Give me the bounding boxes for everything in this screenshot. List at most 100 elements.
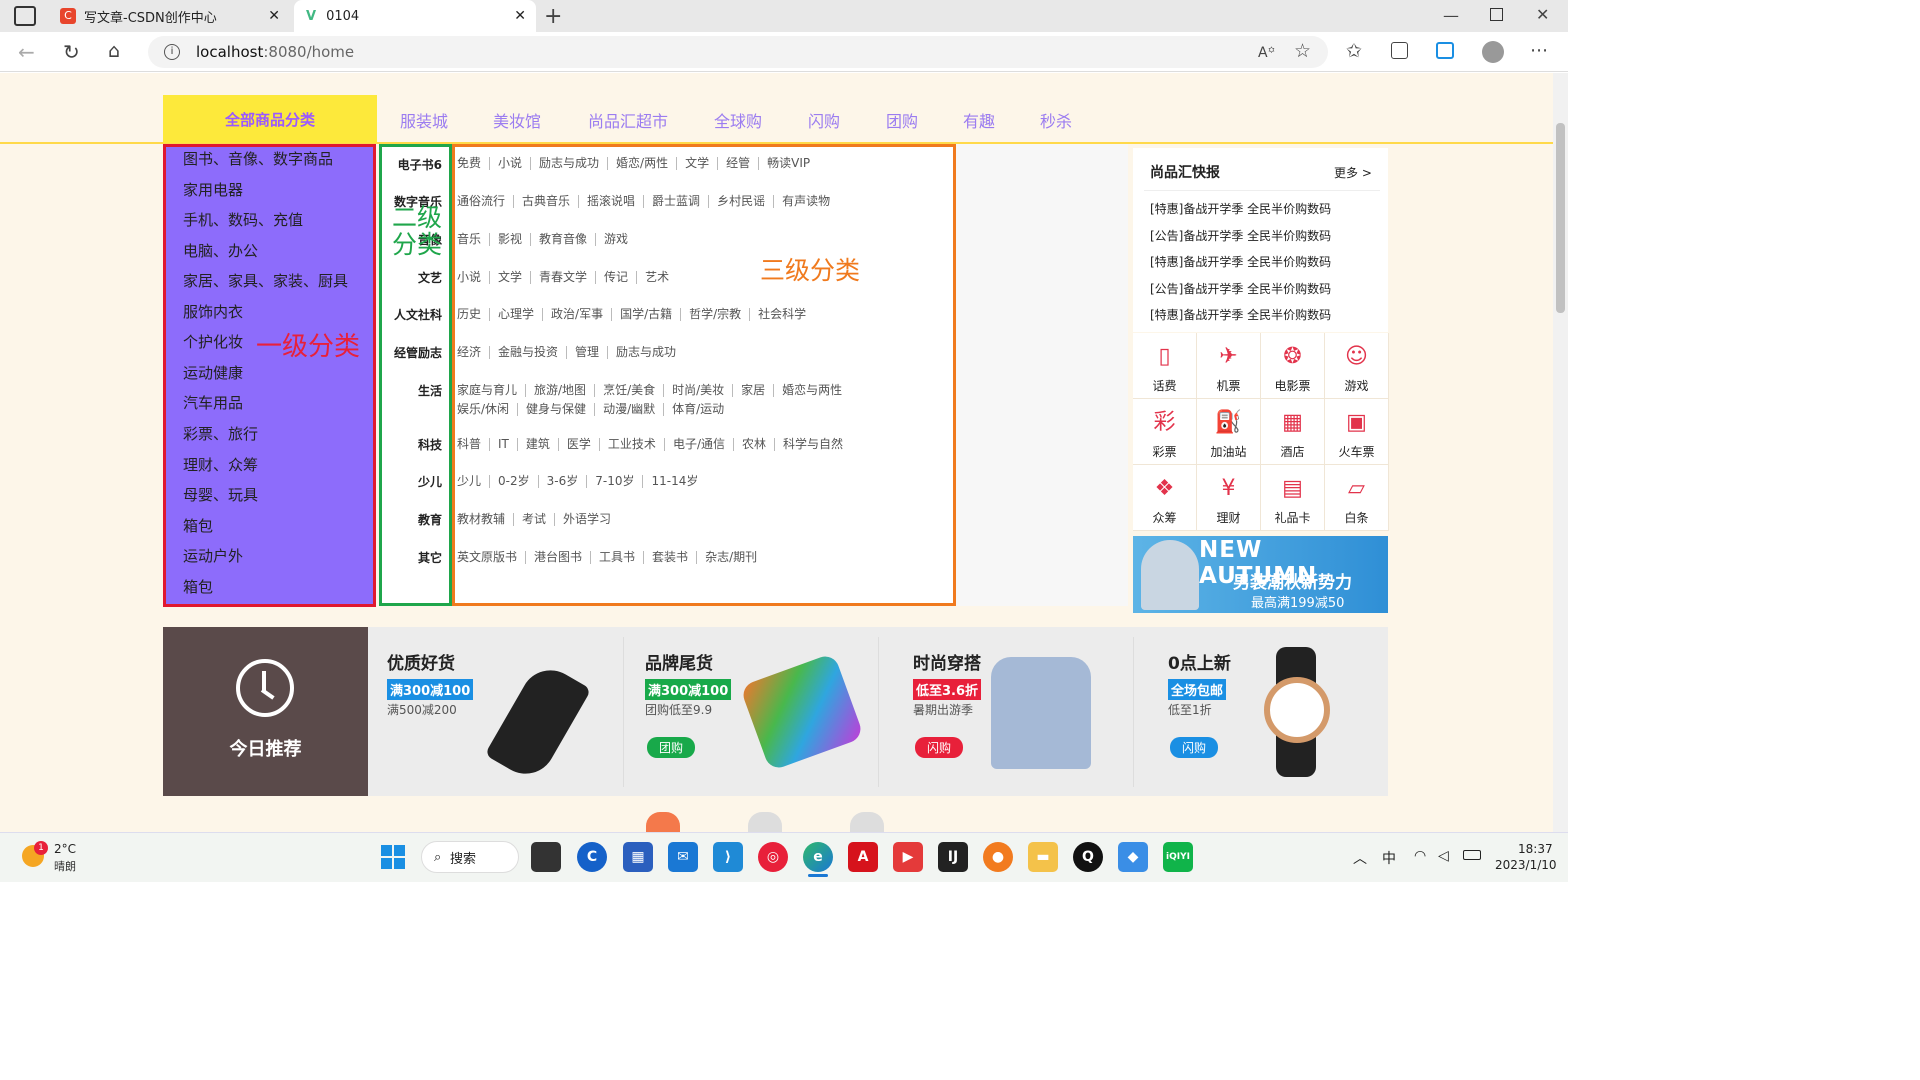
level3-link[interactable]: 心理学 (489, 308, 542, 321)
level2-title[interactable]: 少儿 (380, 473, 442, 490)
level2-title[interactable]: 人文社科 (380, 306, 442, 323)
level3-link[interactable]: 工具书 (590, 551, 643, 564)
level3-link[interactable]: 文学 (676, 157, 717, 170)
level1-item[interactable]: 箱包 (183, 576, 213, 597)
level2-title[interactable]: 科技 (380, 436, 442, 453)
service-crowdfund[interactable]: ❖ 众筹 (1133, 465, 1197, 531)
level3-link[interactable]: 农林 (732, 438, 774, 451)
iqiyi-icon[interactable]: iQIYI (1163, 842, 1193, 872)
edge-bar-icon[interactable] (1436, 42, 1454, 59)
service-flight[interactable]: ✈ 机票 (1197, 333, 1261, 399)
level3-link[interactable]: 英文原版书 (457, 551, 525, 564)
level3-link[interactable]: 健身与保健 (517, 403, 594, 416)
level3-link[interactable]: 建筑 (516, 438, 558, 451)
taskbar-search[interactable]: ⌕ 搜索 (421, 841, 519, 873)
back-icon[interactable]: ← (18, 40, 35, 64)
add-favorite-icon[interactable]: ☆ (1294, 40, 1311, 62)
level3-link[interactable]: 家庭与育儿 (457, 384, 525, 397)
level1-item[interactable]: 母婴、玩具 (183, 484, 258, 505)
level3-link[interactable]: 家居 (732, 384, 773, 397)
level3-link[interactable]: 历史 (457, 308, 489, 321)
level3-link[interactable]: 时尚/美妆 (663, 384, 732, 397)
tab-0104[interactable]: V 0104 ✕ (294, 0, 536, 32)
edge-icon[interactable]: e (803, 842, 833, 872)
level3-link[interactable]: 青春文学 (530, 271, 595, 284)
level2-title[interactable]: 其它 (380, 549, 442, 566)
autumn-banner[interactable]: NEW AUTUMN 男装潮秋新势力 最高满199减50 (1133, 536, 1388, 613)
level3-link[interactable]: 哲学/宗教 (680, 308, 749, 321)
recommend-card[interactable]: 优质好货 满300减100 满500减200 (368, 627, 623, 796)
level1-item[interactable]: 家居、家具、家装、厨具 (183, 270, 348, 291)
level3-link[interactable]: 小说 (489, 157, 530, 170)
level3-link[interactable]: 少儿 (457, 475, 489, 488)
level1-item[interactable]: 图书、音像、数字商品 (183, 148, 333, 169)
news-item[interactable]: [特惠]备战开学季 全民半价购数码 (1150, 200, 1331, 217)
level1-item[interactable]: 运动健康 (183, 362, 243, 383)
profile-avatar[interactable] (1482, 41, 1504, 63)
level3-link[interactable]: 管理 (566, 346, 607, 359)
news-more-link[interactable]: 更多 > (1334, 164, 1372, 181)
level1-item[interactable]: 个护化妆 (183, 331, 243, 352)
level2-title[interactable]: 教育 (380, 511, 442, 528)
close-window-icon[interactable]: ✕ (1536, 5, 1549, 24)
task-view-icon[interactable] (531, 842, 561, 872)
nav-item[interactable]: 秒杀 (1040, 108, 1072, 132)
level3-link[interactable]: 医学 (557, 438, 599, 451)
level3-link[interactable]: 烹饪/美食 (594, 384, 663, 397)
level1-item[interactable]: 服饰内衣 (183, 301, 243, 322)
news-item[interactable]: [特惠]备战开学季 全民半价购数码 (1150, 253, 1331, 270)
level3-link[interactable]: 爵士蓝调 (643, 195, 708, 208)
app-icon[interactable]: ▶ (893, 842, 923, 872)
level3-link[interactable]: 影视 (489, 233, 530, 246)
level3-link[interactable]: 7-10岁 (586, 475, 642, 488)
clock-date[interactable]: 2023/1/10 (1495, 858, 1557, 872)
level1-item[interactable]: 手机、数码、充值 (183, 209, 303, 230)
level3-link[interactable]: 政治/军事 (542, 308, 611, 321)
jetbrains-icon[interactable]: IJ (938, 842, 968, 872)
tray-chevron-icon[interactable]: ︿ (1353, 848, 1367, 868)
level3-link[interactable]: 港台图书 (525, 551, 590, 564)
service-credit[interactable]: ▱ 白条 (1325, 465, 1389, 531)
nav-item[interactable]: 美妆馆 (493, 108, 541, 132)
level3-link[interactable]: 婚恋与两性 (773, 384, 850, 397)
level3-link[interactable]: 免费 (457, 157, 489, 170)
level3-link[interactable]: 婚恋/两性 (607, 157, 676, 170)
service-finance[interactable]: ¥ 理财 (1197, 465, 1261, 531)
level3-link[interactable]: 社会科学 (749, 308, 814, 321)
level1-item[interactable]: 汽车用品 (183, 392, 243, 413)
nav-item[interactable]: 服装城 (400, 108, 448, 132)
netease-music-icon[interactable]: ◎ (758, 842, 788, 872)
level3-link[interactable]: 国学/古籍 (611, 308, 680, 321)
site-info-icon[interactable]: i (164, 44, 180, 60)
level3-link[interactable]: 工业技术 (598, 438, 664, 451)
flash-sale-button[interactable]: 闪购 (1170, 737, 1219, 758)
scrollbar[interactable] (1553, 73, 1568, 832)
nav-item[interactable]: 全球购 (714, 108, 762, 132)
level3-link[interactable]: 乡村民谣 (708, 195, 773, 208)
level2-title[interactable]: 经管励志 (380, 344, 442, 361)
service-phone-bill[interactable]: ▯ 话费 (1133, 333, 1197, 399)
service-gas[interactable]: ⛽ 加油站 (1197, 399, 1261, 465)
firefox-icon[interactable]: ● (983, 842, 1013, 872)
nav-item[interactable]: 闪购 (808, 108, 840, 132)
level3-link[interactable]: 畅读VIP (758, 157, 818, 170)
news-item[interactable]: [公告]备战开学季 全民半价购数码 (1150, 227, 1331, 244)
tab-csdn[interactable]: C 写文章-CSDN创作中心 ✕ (48, 0, 290, 32)
flash-sale-button[interactable]: 闪购 (915, 737, 964, 758)
level3-link[interactable]: 励志与成功 (607, 346, 684, 359)
level1-item[interactable]: 家用电器 (183, 179, 243, 200)
windows-start-icon[interactable] (381, 845, 405, 869)
close-tab-icon[interactable]: ✕ (268, 8, 280, 24)
close-tab-icon[interactable]: ✕ (514, 8, 526, 24)
collections-icon[interactable] (1391, 42, 1408, 59)
level1-item[interactable]: 运动户外 (183, 545, 243, 566)
level3-link[interactable]: 游戏 (595, 233, 636, 246)
level3-link[interactable]: 体育/运动 (663, 403, 732, 416)
file-explorer-icon[interactable]: ▬ (1028, 842, 1058, 872)
wifi-icon[interactable]: ◠ (1414, 848, 1426, 864)
service-hotel[interactable]: ▦ 酒店 (1261, 399, 1325, 465)
mail-icon[interactable]: ✉ (668, 842, 698, 872)
store-icon[interactable]: ▦ (623, 842, 653, 872)
service-game[interactable]: ☺ 游戏 (1325, 333, 1389, 399)
level2-title[interactable]: 生活 (380, 382, 442, 399)
